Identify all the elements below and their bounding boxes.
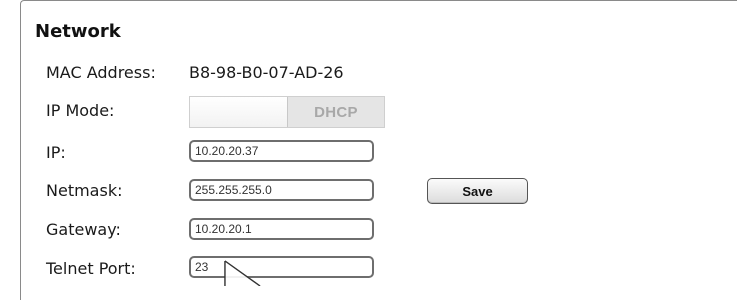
mac-address-value: B8-98-B0-07-AD-26 <box>189 63 344 82</box>
mouse-pointer-icon <box>224 260 261 286</box>
ip-input[interactable] <box>189 140 374 162</box>
gateway-input[interactable] <box>189 218 374 240</box>
telnet-port-label: Telnet Port: <box>46 259 136 278</box>
toggle-knob[interactable] <box>190 97 288 127</box>
gateway-label: Gateway: <box>46 220 121 239</box>
telnet-port-input[interactable] <box>189 256 374 278</box>
ip-label: IP: <box>46 143 66 162</box>
save-button[interactable]: Save <box>427 178 528 204</box>
netmask-input[interactable] <box>189 179 374 201</box>
ip-mode-label: IP Mode: <box>46 101 115 120</box>
network-panel <box>20 0 737 300</box>
netmask-label: Netmask: <box>46 181 123 200</box>
dhcp-toggle[interactable]: DHCP <box>189 96 385 128</box>
section-title: Network <box>35 21 121 42</box>
dhcp-toggle-label: DHCP <box>288 97 384 127</box>
mac-address-label: MAC Address: <box>46 63 156 82</box>
